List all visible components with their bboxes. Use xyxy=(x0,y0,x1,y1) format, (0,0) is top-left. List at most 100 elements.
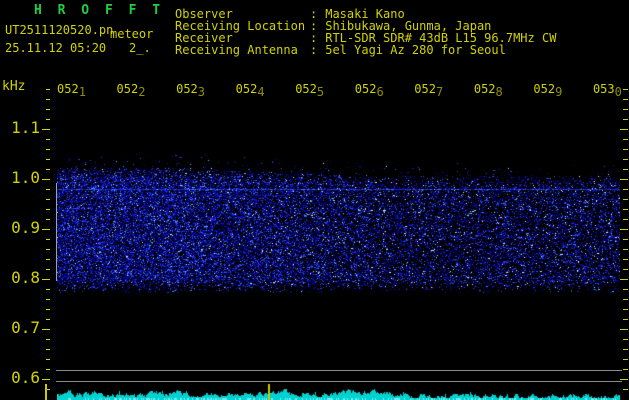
info-value-antenna: :5el Yagi Az 280 for Seoul xyxy=(310,43,506,57)
y-axis-tick-right xyxy=(620,229,628,230)
y-axis-tick-right xyxy=(623,239,628,240)
y-axis-tick-right xyxy=(623,219,628,220)
y-axis-tick-right xyxy=(623,209,628,210)
x-axis-time-label-dim-digit: 5 xyxy=(316,85,325,99)
y-axis-tick-left xyxy=(42,229,50,230)
x-axis-time-label-dim-digit: 7 xyxy=(435,85,444,99)
level-ref-line-lower xyxy=(56,381,622,382)
x-axis-time-label: 0521 xyxy=(57,82,86,99)
y-axis-tick-right xyxy=(623,89,628,90)
y-axis-label: 0.9 xyxy=(11,218,40,237)
y-axis-tick-left xyxy=(46,369,50,370)
x-axis-time-label-dim-digit: 3 xyxy=(197,85,206,99)
y-axis-tick-right xyxy=(623,139,628,140)
separator: : xyxy=(310,43,318,57)
y-axis-tick-left xyxy=(46,119,50,120)
y-axis-tick-left xyxy=(46,309,50,310)
y-axis-tick-left xyxy=(42,279,50,280)
y-axis-tick-right xyxy=(620,129,628,130)
hrofft-screen: { "app": { "title": "H R O F F T" }, "he… xyxy=(0,0,629,400)
x-axis-time-label-dim-digit: 2 xyxy=(138,85,146,99)
y-axis-unit-label: kHz xyxy=(2,79,26,94)
y-axis-tick-left xyxy=(46,219,50,220)
x-axis-time-label: 0524 xyxy=(235,82,265,99)
y-axis-tick-left xyxy=(46,169,50,170)
y-axis-tick-left xyxy=(46,189,50,190)
x-axis-time-label: 0530 xyxy=(592,82,622,99)
info-label-antenna: Receiving Antenna xyxy=(175,43,298,57)
level-ref-line-upper xyxy=(56,370,622,371)
y-axis-tick-left xyxy=(42,379,50,380)
y-axis-tick-right xyxy=(620,279,628,280)
x-axis-time-label-dim-digit: 8 xyxy=(495,85,503,99)
antenna-value: 5el Yagi Az 280 for Seoul xyxy=(325,43,506,57)
y-axis-tick-left xyxy=(46,109,50,110)
level-strip-left-marker xyxy=(45,384,47,400)
y-axis-tick-right xyxy=(623,169,628,170)
y-axis-tick-left xyxy=(46,299,50,300)
y-axis-tick-right xyxy=(623,389,628,390)
y-axis-tick-right xyxy=(620,179,628,180)
y-axis-tick-left xyxy=(46,269,50,270)
x-axis-time-label-dim-digit: 0 xyxy=(614,85,622,99)
x-axis-time-label-dim-digit: 1 xyxy=(78,85,86,99)
y-axis-tick-right xyxy=(620,329,628,330)
y-axis-tick-right xyxy=(623,289,628,290)
y-axis-tick-left xyxy=(46,139,50,140)
y-axis-tick-right xyxy=(623,259,628,260)
y-axis-tick-right xyxy=(623,339,628,340)
y-axis-tick-left xyxy=(46,209,50,210)
y-axis-tick-right xyxy=(623,99,628,100)
y-axis-tick-right xyxy=(623,199,628,200)
app-title: H R O F F T xyxy=(34,3,165,18)
y-axis-tick-left xyxy=(46,149,50,150)
echo-counter-text: 2_. xyxy=(129,41,151,55)
x-axis-time-label-dim-digit: 9 xyxy=(555,85,563,99)
x-axis-time-label: 0529 xyxy=(533,82,563,99)
spectrogram-canvas xyxy=(57,88,620,400)
y-axis-tick-right xyxy=(623,189,628,190)
y-axis-tick-left xyxy=(46,249,50,250)
x-axis-time-label-dim-digit: 4 xyxy=(257,85,265,99)
y-axis-tick-right xyxy=(623,359,628,360)
x-axis-time-label: 0526 xyxy=(354,82,384,99)
y-axis-label: 1.0 xyxy=(11,168,40,187)
x-axis-time-label: 0527 xyxy=(414,82,444,99)
y-axis-tick-left xyxy=(46,159,50,160)
y-axis-tick-right xyxy=(623,319,628,320)
y-axis-tick-left xyxy=(46,259,50,260)
band-left-edge-line xyxy=(56,183,57,281)
y-axis-tick-left xyxy=(46,99,50,100)
filename-overlay-text: meteor xyxy=(110,27,154,41)
x-axis-time-label: 0522 xyxy=(116,82,146,99)
y-axis-tick-right xyxy=(623,149,628,150)
y-axis-tick-left xyxy=(46,239,50,240)
x-axis-time-label: 0528 xyxy=(473,82,503,99)
y-axis-tick-right xyxy=(623,109,628,110)
y-axis-tick-right xyxy=(623,299,628,300)
y-axis-tick-right xyxy=(623,369,628,370)
y-axis-tick-right xyxy=(623,309,628,310)
y-axis-tick-left xyxy=(42,329,50,330)
y-axis-tick-left xyxy=(42,129,50,130)
y-axis-tick-right xyxy=(623,349,628,350)
y-axis-tick-left xyxy=(46,349,50,350)
y-axis-tick-right xyxy=(623,159,628,160)
y-axis-tick-left xyxy=(42,179,50,180)
y-axis-tick-right xyxy=(623,249,628,250)
x-axis-time-label: 0525 xyxy=(295,82,325,99)
y-axis-label: 0.6 xyxy=(11,368,40,387)
x-axis-time-label: 0523 xyxy=(176,82,206,99)
y-axis-tick-left xyxy=(46,89,50,90)
y-axis-tick-left xyxy=(46,289,50,290)
y-axis-label: 0.8 xyxy=(11,268,40,287)
y-axis-tick-right xyxy=(620,379,628,380)
y-axis-label: 0.7 xyxy=(11,318,40,337)
x-axis-time-label-dim-digit: 6 xyxy=(376,85,384,99)
y-axis-tick-right xyxy=(623,269,628,270)
datetime-text: 25.11.12 05:20 xyxy=(5,41,107,55)
y-axis-tick-left xyxy=(46,339,50,340)
filename-text: UT2511120520.pn xyxy=(5,23,114,37)
y-axis-tick-left xyxy=(46,359,50,360)
y-axis-tick-right xyxy=(623,119,628,120)
